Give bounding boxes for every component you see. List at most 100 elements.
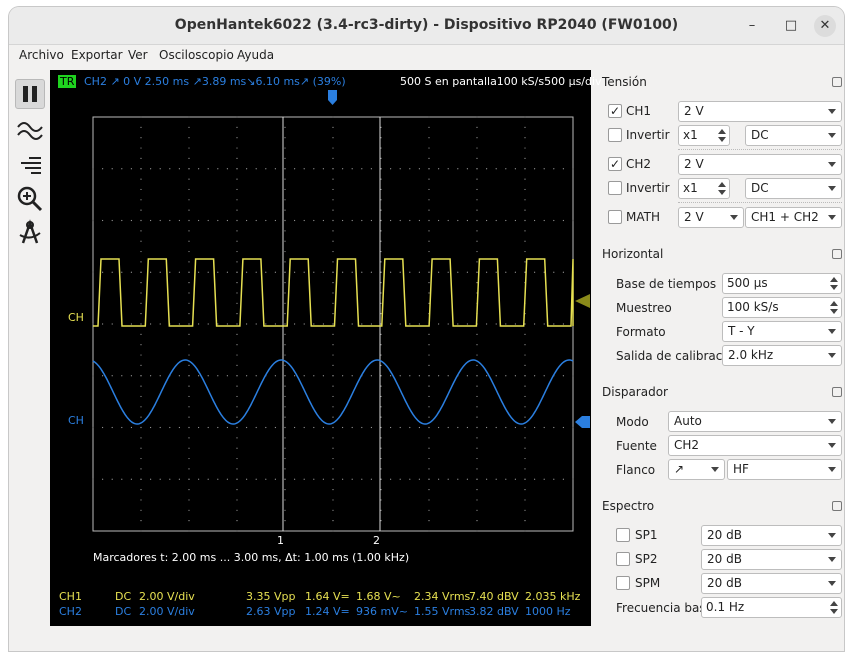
- close-button[interactable]: ✕: [814, 15, 836, 37]
- spin-up-icon[interactable]: [830, 601, 838, 606]
- grid-dot: [428, 209, 430, 211]
- grid-dot: [380, 178, 382, 180]
- trigger-filter-select[interactable]: HF: [727, 459, 842, 480]
- ch2-checkbox[interactable]: ✓: [608, 157, 622, 171]
- trigger-mode-select[interactable]: Auto: [668, 411, 842, 432]
- minimize-button[interactable]: –: [741, 15, 763, 37]
- maximize-button[interactable]: □: [780, 15, 802, 37]
- ch2-coupling-select[interactable]: DC: [745, 178, 842, 199]
- float-icon[interactable]: [832, 77, 842, 87]
- grid-dot: [169, 271, 171, 273]
- sp1-checkbox[interactable]: [616, 528, 630, 542]
- grid-dot: [438, 478, 440, 480]
- grid-dot: [524, 520, 526, 522]
- spin-up-icon[interactable]: [830, 301, 838, 306]
- grid-dot: [351, 426, 353, 429]
- spin-down-icon[interactable]: [718, 190, 726, 195]
- grid-dot: [140, 137, 142, 139]
- spin-down-icon[interactable]: [830, 285, 838, 290]
- math-checkbox[interactable]: [608, 210, 622, 224]
- samplerate-label: Muestreo: [616, 301, 672, 315]
- grid-dot: [332, 333, 334, 335]
- ch1-coupling-select[interactable]: DC: [745, 125, 842, 146]
- trigger-source-select[interactable]: CH2: [668, 435, 842, 456]
- grid-dot: [140, 261, 142, 263]
- ch1-probe-value: x1: [683, 128, 698, 142]
- measure-button[interactable]: [15, 217, 45, 247]
- grid-dot: [524, 406, 526, 408]
- grid-dot: [351, 478, 353, 480]
- samplerate-field[interactable]: 100 kS/s: [722, 297, 842, 318]
- grid-dot: [284, 157, 286, 159]
- spin-up-icon[interactable]: [718, 182, 726, 187]
- trigger-slope-select[interactable]: ↗: [668, 459, 725, 480]
- ch1-checkbox[interactable]: ✓: [608, 104, 622, 118]
- ch2-probe-field[interactable]: x1: [678, 178, 730, 199]
- grid-dot: [294, 323, 296, 325]
- grid-dot: [332, 282, 334, 284]
- timebase-field[interactable]: 500 µs: [722, 273, 842, 294]
- format-select[interactable]: T - Y: [722, 321, 842, 342]
- freqbase-field[interactable]: 0.1 Hz: [701, 597, 842, 618]
- zoom-button[interactable]: [15, 184, 45, 214]
- grid-dot: [399, 478, 401, 480]
- ch1-invert-checkbox[interactable]: [608, 128, 622, 142]
- grid-dot: [188, 250, 190, 253]
- grid-dot: [169, 426, 171, 429]
- spin-up-icon[interactable]: [830, 277, 838, 282]
- levels-button[interactable]: [15, 151, 45, 181]
- grid-dot: [428, 385, 430, 387]
- grid-dot: [207, 426, 209, 429]
- math-volts-select[interactable]: 2 V: [678, 207, 744, 228]
- grid-dot: [476, 509, 478, 511]
- spin-down-icon[interactable]: [830, 309, 838, 314]
- scope-display[interactable]: TR CH2 ↗ 0 V 2.50 ms ↗3.89 ms↘6.10 ms↗ (…: [50, 70, 602, 626]
- freqbase-label: Frecuencia base: [616, 601, 713, 615]
- spm-checkbox[interactable]: [616, 576, 630, 590]
- grid-dot: [92, 323, 94, 325]
- grid-dot: [217, 478, 219, 480]
- grid-dot: [361, 478, 363, 480]
- spm-label: SPM: [635, 576, 661, 590]
- grid-dot: [380, 509, 382, 511]
- float-icon[interactable]: [832, 249, 842, 259]
- spin-down-icon[interactable]: [830, 609, 838, 614]
- grid-dot: [140, 520, 142, 522]
- menu-osciloscopio[interactable]: Osciloscopio: [159, 48, 234, 62]
- ch2-invert-checkbox[interactable]: [608, 181, 622, 195]
- grid-dot: [332, 271, 334, 273]
- sp2-select[interactable]: 20 dB: [701, 549, 842, 570]
- grid-dot: [150, 375, 152, 377]
- ch1-volts-select[interactable]: 2 V: [678, 101, 842, 122]
- calibration-select[interactable]: 2.0 kHz: [722, 345, 842, 366]
- math-mode-select[interactable]: CH1 + CH2: [745, 207, 842, 228]
- grid-dot: [159, 375, 161, 377]
- sp1-select[interactable]: 20 dB: [701, 525, 842, 546]
- grid-dot: [524, 509, 526, 511]
- spin-up-icon[interactable]: [718, 129, 726, 134]
- grid-dot: [332, 375, 334, 377]
- pause-button[interactable]: [15, 79, 45, 109]
- wave-button[interactable]: [15, 117, 45, 147]
- grid-dot: [284, 240, 286, 242]
- ch2-volts-select[interactable]: 2 V: [678, 154, 842, 175]
- menu-ayuda[interactable]: Ayuda: [237, 48, 274, 62]
- grid-dot: [226, 168, 228, 170]
- grid-dot: [524, 375, 526, 377]
- grid-dot: [428, 157, 430, 159]
- sp2-checkbox[interactable]: [616, 552, 630, 566]
- grid-dot: [466, 426, 468, 429]
- spm-select[interactable]: 20 dB: [701, 573, 842, 594]
- trigger-mode-value: Auto: [674, 414, 702, 428]
- grid-dot: [130, 219, 132, 222]
- ch1-probe-field[interactable]: x1: [678, 125, 730, 146]
- spin-down-icon[interactable]: [718, 137, 726, 142]
- menu-exportar[interactable]: Exportar: [71, 48, 123, 62]
- menu-ver[interactable]: Ver: [128, 48, 148, 62]
- menu-archivo[interactable]: Archivo: [19, 48, 64, 62]
- float-icon[interactable]: [832, 387, 842, 397]
- sp2-value: 20 dB: [707, 552, 742, 566]
- grid-dot: [159, 271, 161, 273]
- float-icon[interactable]: [832, 501, 842, 511]
- grid-dot: [428, 416, 430, 418]
